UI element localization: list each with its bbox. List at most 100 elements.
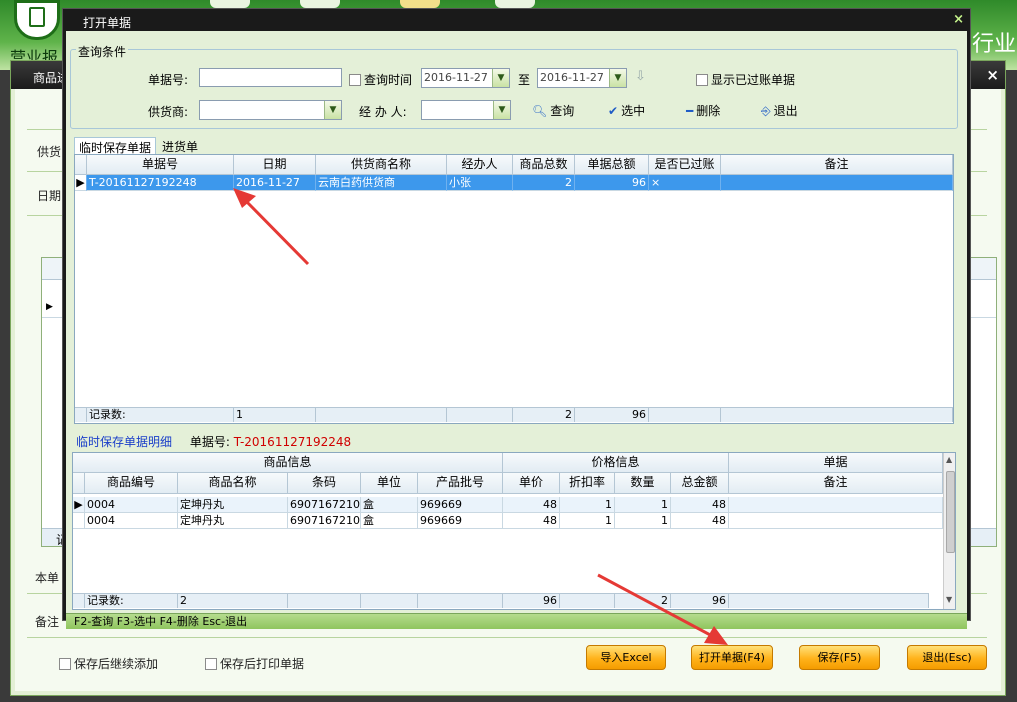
exit-button-label: 退出 — [773, 104, 798, 118]
cell-code[interactable]: 0004 — [85, 497, 178, 513]
cell-discount[interactable]: 1 — [560, 497, 615, 513]
query-time-label: 查询时间 — [364, 73, 413, 87]
grid-group-header: 商品信息 价格信息 单据 — [73, 453, 943, 473]
temp-document-detail-grid[interactable]: 商品信息 价格信息 单据 商品编号 商品名称 条码 单位 产品批号 单价 折扣率… — [72, 452, 956, 610]
chevron-down-icon[interactable]: ▼ — [493, 101, 510, 119]
grid-header-cell[interactable]: 备注 — [729, 473, 943, 494]
temp-documents-grid[interactable]: 单据号 日期 供货商名称 经办人 商品总数 单据总额 是否已过账 备注 ▶ T-… — [74, 154, 954, 424]
cell-price[interactable]: 48 — [503, 497, 560, 513]
delete-button[interactable]: ━ 删除 — [686, 102, 720, 119]
cell-doc-no[interactable]: T-20161127192248 — [87, 175, 234, 191]
show-posted-checkbox[interactable] — [696, 74, 708, 86]
exit-button[interactable]: 退出(Esc) — [907, 645, 987, 670]
grid-header-cell[interactable]: 商品编号 — [85, 473, 178, 494]
exit-button[interactable]: ⎆ 退出 — [761, 102, 798, 119]
grid-header-cell[interactable]: 商品名称 — [178, 473, 288, 494]
tab-temp-saved[interactable]: 临时保存单据 — [74, 137, 157, 155]
cell-barcode[interactable]: 690716721088 — [288, 513, 361, 529]
cell-name[interactable]: 定坤丹丸 — [178, 497, 288, 513]
chevron-down-icon[interactable]: ▼ — [609, 69, 626, 87]
grid-header-cell[interactable]: 数量 — [615, 473, 671, 494]
grid-header-cell[interactable]: 是否已过账 — [649, 155, 721, 175]
cell-qty[interactable]: 2 — [513, 175, 575, 191]
table-row[interactable]: 0004 定坤丹丸 690716721088 盒 969669 48 1 1 4… — [73, 513, 943, 529]
grid-header-cell[interactable]: 经办人 — [447, 155, 513, 175]
toolbar-icon[interactable] — [495, 0, 535, 8]
query-time-option[interactable]: 查询时间 — [349, 71, 412, 88]
scroll-down-icon[interactable]: ▼ — [946, 595, 952, 604]
grid-footer-cell — [560, 594, 615, 608]
cell-price[interactable]: 48 — [503, 513, 560, 529]
group-header-document: 单据 — [729, 453, 943, 473]
table-row[interactable]: ▶ 0004 定坤丹丸 690716721088 盒 969669 48 1 1… — [73, 497, 943, 513]
cell-unit[interactable]: 盒 — [361, 513, 418, 529]
grid-header-cell[interactable]: 备注 — [721, 155, 953, 175]
cell-barcode[interactable]: 690716721088 — [288, 497, 361, 513]
scrollbar-thumb[interactable] — [946, 471, 955, 553]
table-row[interactable]: ▶ T-20161127192248 2016-11-27 云南白药供货商 小张… — [75, 175, 953, 191]
cell-batch[interactable]: 969669 — [418, 497, 503, 513]
cell-qty[interactable]: 1 — [615, 513, 671, 529]
down-arrow-icon[interactable]: ⇩ — [635, 69, 646, 84]
query-time-checkbox[interactable] — [349, 74, 361, 86]
cell-name[interactable]: 定坤丹丸 — [178, 513, 288, 529]
cell-discount[interactable]: 1 — [560, 513, 615, 529]
grid-header-cell[interactable]: 单据总额 — [575, 155, 649, 175]
cell-remark[interactable] — [729, 497, 943, 513]
handler-select[interactable]: ▼ — [421, 100, 511, 120]
grid-header-cell[interactable]: 单位 — [361, 473, 418, 494]
close-icon[interactable]: × — [953, 12, 964, 27]
grid-header-cell[interactable]: 单价 — [503, 473, 560, 494]
cell-qty[interactable]: 1 — [615, 497, 671, 513]
query-button[interactable]: 🔍︎ 查询 — [532, 102, 574, 119]
cell-batch[interactable]: 969669 — [418, 513, 503, 529]
cell-unit[interactable]: 盒 — [361, 497, 418, 513]
toolbar-icon[interactable] — [400, 0, 440, 8]
grid-header-cell[interactable]: 产品批号 — [418, 473, 503, 494]
supplier-select[interactable]: ▼ — [199, 100, 342, 120]
chevron-down-icon[interactable]: ▼ — [324, 101, 341, 119]
show-posted-option[interactable]: 显示已过账单据 — [696, 71, 795, 88]
close-icon[interactable]: × — [986, 66, 999, 84]
cell-remark[interactable] — [721, 175, 953, 191]
grid-footer-cell — [73, 594, 85, 608]
scroll-up-icon[interactable]: ▲ — [946, 455, 952, 464]
import-excel-button[interactable]: 导入Excel — [586, 645, 666, 670]
record-count-label: 记录数: — [87, 408, 234, 422]
grid-header-cell[interactable]: 折扣率 — [560, 473, 615, 494]
grid-footer: 记录数: 2 96 2 96 — [73, 593, 929, 608]
date-to-picker[interactable]: 2016-11-27 ▼ — [537, 68, 627, 88]
select-button[interactable]: ✔ 选中 — [608, 102, 645, 119]
grid-header: 单据号 日期 供货商名称 经办人 商品总数 单据总额 是否已过账 备注 — [75, 155, 953, 175]
date-from-picker[interactable]: 2016-11-27 ▼ — [421, 68, 510, 88]
cell-supplier[interactable]: 云南白药供货商 — [316, 175, 447, 191]
cell-code[interactable]: 0004 — [85, 513, 178, 529]
doc-no-input[interactable] — [199, 68, 342, 87]
tab-purchase-orders[interactable]: 进货单 — [158, 137, 202, 154]
save-button[interactable]: 保存(F5) — [799, 645, 880, 670]
grid-header-cell[interactable]: 商品总数 — [513, 155, 575, 175]
grid-header-cell[interactable]: 日期 — [234, 155, 316, 175]
grid-header-cell[interactable]: 单据号 — [87, 155, 234, 175]
cell-total[interactable]: 48 — [671, 497, 729, 513]
print-after-save-option[interactable]: 保存后打印单据 — [205, 655, 304, 672]
continue-add-option[interactable]: 保存后继续添加 — [59, 655, 158, 672]
cell-posted[interactable]: × — [649, 175, 721, 191]
toolbar-icon[interactable] — [210, 0, 250, 8]
app-menu-label[interactable]: 行业 — [972, 26, 1016, 58]
cell-handler[interactable]: 小张 — [447, 175, 513, 191]
cell-date[interactable]: 2016-11-27 — [234, 175, 316, 191]
grid-header-cell[interactable]: 总金额 — [671, 473, 729, 494]
cell-remark[interactable] — [729, 513, 943, 529]
grid-header-cell[interactable]: 供货商名称 — [316, 155, 447, 175]
app-logo-icon — [14, 0, 60, 40]
chevron-down-icon[interactable]: ▼ — [492, 69, 509, 87]
print-after-save-checkbox[interactable] — [205, 658, 217, 670]
open-document-button[interactable]: 打开单据(F4) — [691, 645, 773, 670]
cell-total[interactable]: 48 — [671, 513, 729, 529]
vertical-scrollbar[interactable]: ▲ ▼ — [943, 453, 955, 609]
toolbar-icon[interactable] — [300, 0, 340, 8]
continue-add-checkbox[interactable] — [59, 658, 71, 670]
grid-header-cell[interactable]: 条码 — [288, 473, 361, 494]
cell-amount[interactable]: 96 — [575, 175, 649, 191]
